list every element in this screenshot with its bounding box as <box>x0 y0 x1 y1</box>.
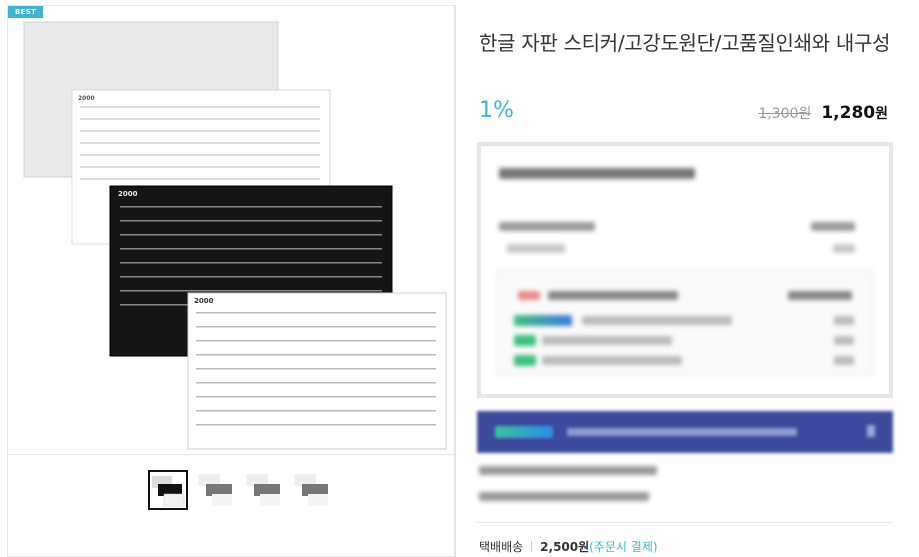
shipping-info: 택배배송 2,500원 (주문시 결제) <box>479 538 658 555</box>
thumbnail-1[interactable] <box>148 470 188 510</box>
shipping-divider <box>477 522 893 523</box>
thumbnail-3[interactable] <box>244 470 284 510</box>
product-title: 한글 자판 스티커/고강도원단/고품질인쇄와 내구성 <box>479 31 891 55</box>
gallery-divider <box>8 454 454 455</box>
thumbnail-list <box>148 470 332 510</box>
promo-text-blurred <box>567 428 797 436</box>
sale-price: 1,280원 <box>821 103 888 123</box>
benefit-box <box>477 142 893 398</box>
svg-text:2000: 2000 <box>194 297 214 305</box>
shipping-method: 택배배송 <box>479 540 524 554</box>
svg-text:2000: 2000 <box>118 190 138 198</box>
product-page: 2000 2000 2000 BEST 한글 자판 스티커/고강도원단/고품질인… <box>0 0 919 557</box>
product-main-image[interactable]: 2000 2000 2000 <box>8 6 454 454</box>
thumbnail-2[interactable] <box>196 470 236 510</box>
discount-rate: 1% <box>479 98 514 123</box>
sale-price-value: 1,280 <box>821 103 876 123</box>
shipping-fee: 2,500원 <box>540 540 590 554</box>
original-price: 1,300원 <box>758 106 812 122</box>
best-badge: BEST <box>8 6 44 18</box>
promo-chip <box>495 426 553 438</box>
thumbnail-4[interactable] <box>292 470 332 510</box>
shipping-separator <box>531 541 533 552</box>
product-gallery: 2000 2000 2000 BEST <box>7 5 455 557</box>
promo-banner[interactable] <box>477 411 893 453</box>
shipping-note: (주문시 결제) <box>589 540 658 554</box>
product-info: 한글 자판 스티커/고강도원단/고품질인쇄와 내구성 1% 1,300원 1,2… <box>456 0 919 557</box>
sale-price-currency: 원 <box>875 106 888 122</box>
svg-text:2000: 2000 <box>78 95 95 102</box>
chevron-right-icon <box>867 425 875 437</box>
price-row: 1,300원 1,280원 <box>758 103 888 123</box>
benefit-detail-blurred <box>497 270 873 376</box>
